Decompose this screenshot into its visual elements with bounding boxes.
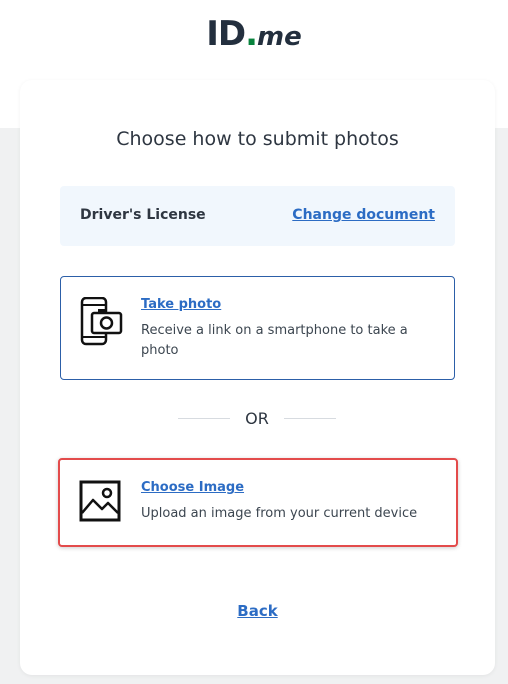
take-photo-option[interactable]: Take photo Receive a link on a smartphon… <box>60 276 455 380</box>
idme-logo: ID.me <box>206 14 302 54</box>
smartphone-camera-icon <box>79 296 123 351</box>
page-title: Choose how to submit photos <box>116 128 399 150</box>
choose-image-link[interactable]: Choose Image <box>141 480 244 495</box>
take-photo-link[interactable]: Take photo <box>141 297 221 312</box>
image-icon <box>78 480 122 528</box>
document-type-label: Driver's License <box>80 207 206 223</box>
choose-image-description: Upload an image from your current device <box>141 506 418 521</box>
or-divider: OR <box>178 408 336 428</box>
choose-image-option[interactable]: Choose Image Upload an image from your c… <box>58 458 458 547</box>
divider-line-right <box>284 418 336 419</box>
selected-document-box: Driver's License Change document <box>60 186 455 246</box>
change-document-link[interactable]: Change document <box>292 207 435 223</box>
take-photo-description: Receive a link on a smartphone to take a… <box>141 323 408 358</box>
back-link[interactable]: Back <box>0 602 508 620</box>
